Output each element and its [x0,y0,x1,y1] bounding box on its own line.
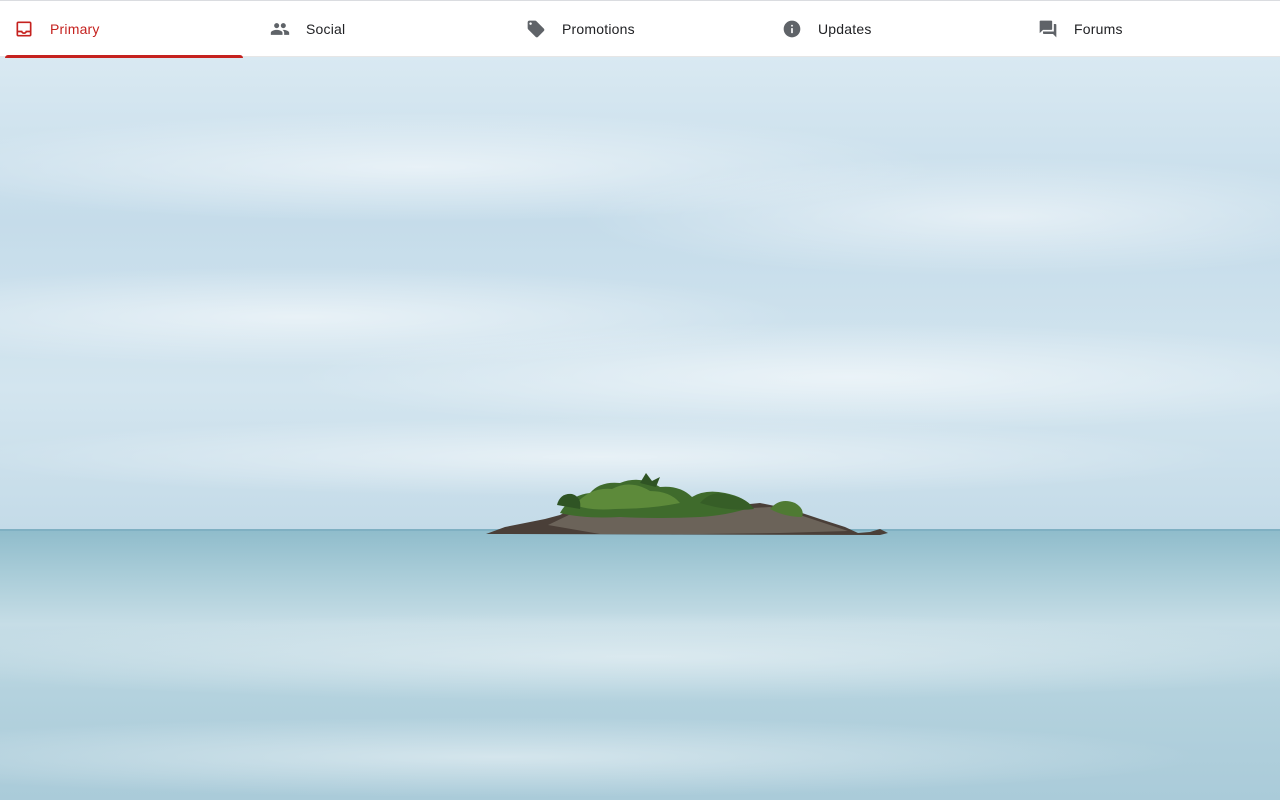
info-icon [782,19,802,39]
tab-label: Primary [50,21,100,37]
sea-mist [0,612,1280,702]
forum-icon [1038,19,1058,39]
tab-forums[interactable]: Forums [1024,1,1280,57]
tab-label: Social [306,21,346,37]
category-tab-bar: Primary Social Promotions Updates Forums [0,0,1280,58]
tab-label: Forums [1074,21,1123,37]
active-tab-indicator [5,55,243,58]
tab-social[interactable]: Social [256,1,512,57]
background-landscape-image [0,57,1280,800]
tab-label: Updates [818,21,872,37]
tab-updates[interactable]: Updates [768,1,1024,57]
tab-promotions[interactable]: Promotions [512,1,768,57]
inbox-icon [14,19,34,39]
tab-label: Promotions [562,21,635,37]
tag-icon [526,19,546,39]
tab-primary[interactable]: Primary [0,1,256,58]
people-icon [270,19,290,39]
